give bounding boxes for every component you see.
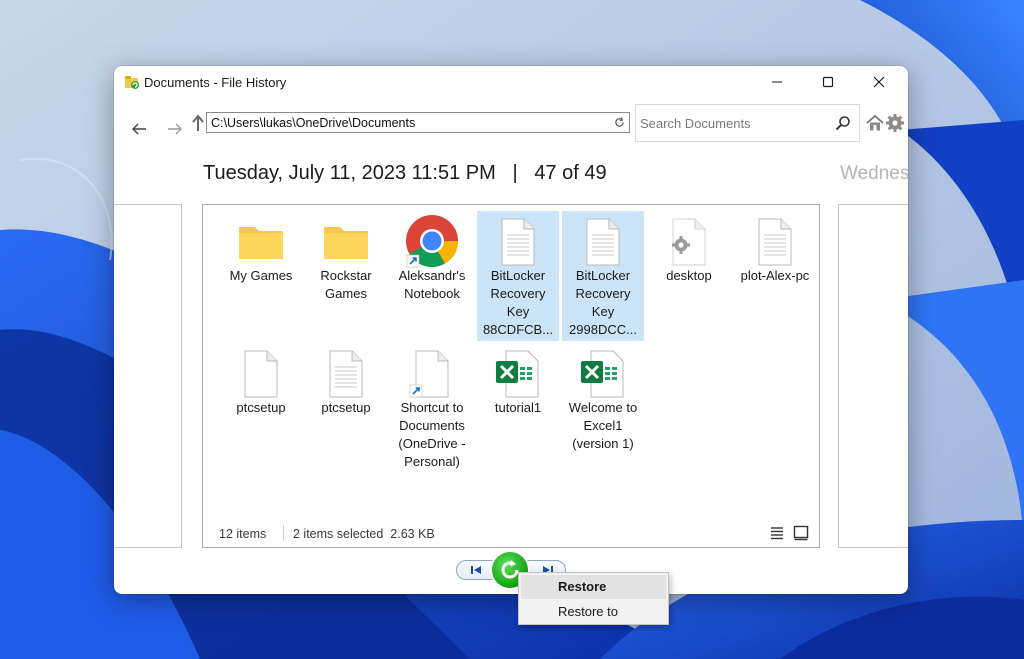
title-bar[interactable]: Documents - File History: [114, 66, 908, 98]
close-icon: [873, 76, 885, 88]
folder-icon: [239, 227, 283, 259]
file-label: Aleksandr's Notebook: [398, 268, 466, 301]
menu-item-label: Restore: [558, 579, 607, 594]
refresh-icon: [615, 117, 624, 127]
address-path: C:\Users\lukas\OneDrive\Documents: [211, 116, 416, 130]
shortcut-file-icon: [409, 350, 449, 398]
restore-context-menu: Restore Restore to: [518, 572, 669, 625]
details-view-icon[interactable]: [769, 525, 785, 541]
file-label: Rockstar Games: [320, 268, 372, 301]
chrome-icon: [406, 215, 458, 268]
file-item-desktop[interactable]: desktop: [648, 211, 730, 341]
home-icon[interactable]: [866, 114, 884, 132]
file-item-rockstar-games[interactable]: Rockstar Games: [305, 211, 387, 341]
file-item-ptcsetup-2[interactable]: ptcsetup: [305, 343, 387, 473]
back-button[interactable]: [128, 118, 150, 140]
skip-previous-icon: [471, 566, 481, 574]
file-label: ptcsetup: [321, 400, 371, 415]
close-button[interactable]: [856, 66, 902, 98]
version-position: 47 of 49: [534, 162, 607, 184]
minimize-icon: [772, 81, 782, 83]
previous-version-panel[interactable]: [114, 204, 182, 548]
file-label: Welcome to Excel1 (version 1): [568, 400, 638, 451]
file-label: BitLocker Recovery Key 2998DCC...: [569, 268, 637, 337]
gear-icon[interactable]: [885, 113, 905, 133]
minimize-button[interactable]: [754, 66, 800, 98]
arrow-left-icon: [132, 123, 146, 135]
file-label: desktop: [666, 268, 712, 283]
file-history-app-icon: [125, 76, 139, 89]
file-item-ptcsetup-1[interactable]: ptcsetup: [220, 343, 302, 473]
arrow-up-icon: [192, 114, 204, 131]
maximize-button[interactable]: [805, 66, 851, 98]
file-item-aleksandrs-notebook[interactable]: Aleksandr's Notebook: [391, 211, 473, 341]
next-version-date[interactable]: Wednes: [840, 163, 908, 185]
window-title: Documents - File History: [144, 75, 287, 90]
blank-file-icon: [244, 350, 278, 398]
file-item-my-games[interactable]: My Games: [220, 211, 302, 341]
file-label: plot-Alex-pc: [740, 268, 810, 283]
search-icon[interactable]: [835, 115, 851, 131]
item-count: 12 items: [219, 527, 267, 541]
address-bar[interactable]: C:\Users\lukas\OneDrive\Documents: [206, 112, 626, 133]
refresh-button[interactable]: [610, 112, 630, 133]
text-document-icon: [329, 350, 363, 398]
file-item-bitlocker-key-2[interactable]: BitLocker Recovery Key 2998DCC...: [562, 211, 644, 341]
backup-timestamp: Tuesday, July 11, 2023 11:51 PM | 47 of …: [203, 162, 607, 185]
file-item-tutorial1[interactable]: tutorial1: [477, 343, 559, 473]
next-version-panel[interactable]: [838, 204, 908, 548]
file-label: ptcsetup: [236, 400, 286, 415]
maximize-icon: [822, 76, 834, 88]
excel-icon: [496, 350, 539, 398]
file-item-shortcut-to-documents[interactable]: Shortcut to Documents (OneDrive - Person…: [391, 343, 473, 473]
forward-button[interactable]: [164, 118, 186, 140]
status-divider: [283, 525, 284, 541]
search-placeholder: Search Documents: [640, 116, 751, 131]
large-icons-view-icon[interactable]: [793, 525, 809, 541]
menu-item-restore-to[interactable]: Restore to: [521, 600, 666, 624]
text-document-icon: [758, 218, 792, 266]
folder-icon: [324, 227, 368, 259]
selection-info: 2 items selected 2.63 KB: [293, 527, 435, 541]
file-view-panel: My Games Rockstar Games Aleksandr's Note…: [202, 204, 820, 548]
file-history-window: Documents - File History C:\Users\lukas\…: [114, 66, 908, 594]
menu-item-label: Restore to: [558, 604, 618, 619]
date-separator: |: [512, 162, 518, 184]
previous-version-button[interactable]: [465, 563, 487, 577]
backup-date: Tuesday, July 11, 2023 11:51 PM: [203, 162, 496, 184]
arrow-right-icon: [168, 123, 182, 135]
menu-item-restore[interactable]: Restore: [521, 575, 666, 599]
file-item-bitlocker-key-1[interactable]: BitLocker Recovery Key 88CDFCB...: [477, 211, 559, 341]
text-document-icon: [501, 218, 535, 266]
text-document-icon: [586, 218, 620, 266]
excel-icon: [581, 350, 624, 398]
file-item-plot-alex-pc[interactable]: plot-Alex-pc: [734, 211, 816, 341]
file-label: BitLocker Recovery Key 88CDFCB...: [482, 268, 554, 337]
file-label: tutorial1: [494, 400, 542, 415]
file-item-welcome-to-excel1[interactable]: Welcome to Excel1 (version 1): [562, 343, 644, 473]
file-label: Shortcut to Documents (OneDrive - Person…: [398, 400, 466, 469]
file-label: My Games: [229, 268, 293, 283]
settings-file-icon: [672, 218, 706, 266]
search-input[interactable]: Search Documents: [635, 104, 860, 142]
